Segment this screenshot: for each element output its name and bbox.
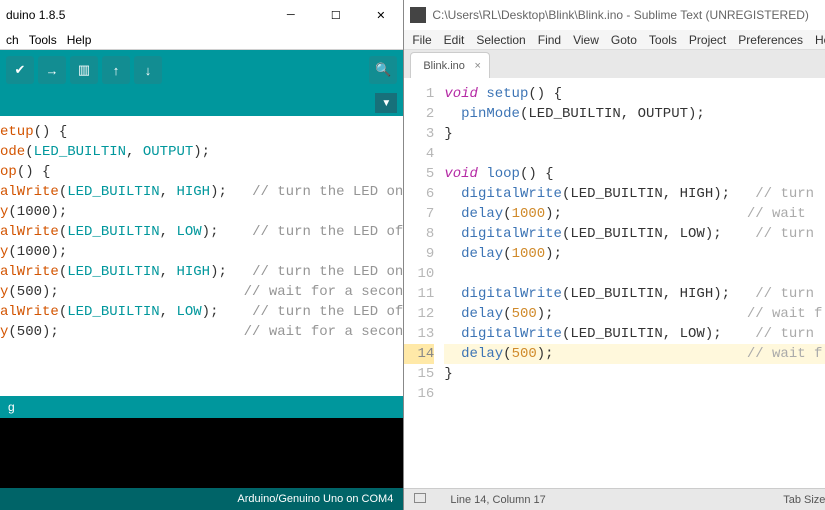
arduino-toolbar: ✔ → ▥ ↑ ↓ 🔍 <box>0 50 403 90</box>
code-line[interactable]: ode(LED_BUILTIN, OUTPUT); <box>0 142 403 162</box>
code-line[interactable]: op() { <box>0 162 403 182</box>
code-line[interactable]: alWrite(LED_BUILTIN, HIGH); // turn the … <box>0 182 403 202</box>
code-area[interactable]: void setup() { pinMode(LED_BUILTIN, OUTP… <box>444 78 825 488</box>
arduino-title: duino 1.8.5 <box>6 8 268 22</box>
code-line[interactable]: alWrite(LED_BUILTIN, LOW); // turn the L… <box>0 302 403 322</box>
menu-selection[interactable]: Selection <box>476 33 525 47</box>
menu-project[interactable]: Project <box>689 33 726 47</box>
panel-switcher-icon[interactable] <box>414 493 432 506</box>
line-number[interactable]: 4 <box>404 144 434 164</box>
arduino-titlebar[interactable]: duino 1.8.5 ─ ☐ ✕ <box>0 0 403 30</box>
save-button[interactable]: ↓ <box>134 56 162 84</box>
line-number[interactable]: 13 <box>404 324 434 344</box>
close-icon[interactable]: ✕ <box>358 0 403 30</box>
line-number[interactable]: 6 <box>404 184 434 204</box>
code-line[interactable]: digitalWrite(LED_BUILTIN, HIGH); // turn <box>444 184 825 204</box>
code-line[interactable]: alWrite(LED_BUILTIN, HIGH); // turn the … <box>0 262 403 282</box>
arduino-window: duino 1.8.5 ─ ☐ ✕ ch Tools Help ✔ → ▥ ↑ ↓ … <box>0 0 404 510</box>
menu-tools[interactable]: Tools <box>649 33 677 47</box>
line-number[interactable]: 7 <box>404 204 434 224</box>
menu-view[interactable]: View <box>573 33 599 47</box>
line-number[interactable]: 8 <box>404 224 434 244</box>
sublime-title: C:\Users\RL\Desktop\Blink\Blink.ino - Su… <box>432 8 825 22</box>
code-line[interactable] <box>444 144 825 164</box>
line-number[interactable]: 15 <box>404 364 434 384</box>
code-line[interactable]: delay(1000); // wait <box>444 204 825 224</box>
line-number[interactable]: 1 <box>404 84 434 104</box>
line-number[interactable]: 10 <box>404 264 434 284</box>
menu-tools[interactable]: Tools <box>29 33 57 47</box>
arduino-editor[interactable]: etup() {ode(LED_BUILTIN, OUTPUT);op() {a… <box>0 116 403 396</box>
tab-label: Blink.ino <box>423 60 465 72</box>
arduino-status-text: g <box>8 400 15 414</box>
code-line[interactable]: y(1000); <box>0 242 403 262</box>
open-button[interactable]: ↑ <box>102 56 130 84</box>
code-line[interactable]: digitalWrite(LED_BUILTIN, LOW); // turn <box>444 224 825 244</box>
code-line[interactable]: etup() { <box>0 122 403 142</box>
line-number[interactable]: 14 <box>404 344 434 364</box>
menu-goto[interactable]: Goto <box>611 33 637 47</box>
sublime-statusbar: Line 14, Column 17 Tab Size: 4 <box>404 488 825 510</box>
code-line[interactable]: digitalWrite(LED_BUILTIN, LOW); // turn <box>444 324 825 344</box>
sublime-editor[interactable]: 12345678910111213141516 void setup() { p… <box>404 78 825 488</box>
maximize-icon[interactable]: ☐ <box>313 0 358 30</box>
code-line[interactable]: delay(1000); <box>444 244 825 264</box>
line-number[interactable]: 3 <box>404 124 434 144</box>
tab-menu-button[interactable]: ▼ <box>375 93 397 113</box>
code-line[interactable]: delay(500); // wait f <box>444 344 825 364</box>
code-line[interactable]: void loop() { <box>444 164 825 184</box>
serial-monitor-button[interactable]: 🔍 <box>369 56 397 84</box>
arduino-menubar: ch Tools Help <box>0 30 403 50</box>
tab-close-icon[interactable]: × <box>474 60 480 72</box>
sublime-menubar: File Edit Selection Find View Goto Tools Projec… <box>404 30 825 50</box>
new-button[interactable]: ▥ <box>70 56 98 84</box>
code-line[interactable]: y(1000); <box>0 202 403 222</box>
code-line[interactable]: void setup() { <box>444 84 825 104</box>
tab-size[interactable]: Tab Size: 4 <box>783 494 825 506</box>
line-number[interactable]: 16 <box>404 384 434 404</box>
menu-file[interactable]: File <box>412 33 431 47</box>
sublime-tabbar: Blink.ino × <box>404 50 825 78</box>
menu-edit[interactable]: Edit <box>444 33 465 47</box>
code-line[interactable] <box>444 264 825 284</box>
code-line[interactable] <box>444 384 825 404</box>
menu-help[interactable]: Help <box>67 33 92 47</box>
sublime-logo-icon <box>410 7 426 23</box>
code-line[interactable]: } <box>444 124 825 144</box>
code-line[interactable]: pinMode(LED_BUILTIN, OUTPUT); <box>444 104 825 124</box>
minimize-icon[interactable]: ─ <box>268 0 313 30</box>
verify-button[interactable]: ✔ <box>6 56 34 84</box>
line-number[interactable]: 2 <box>404 104 434 124</box>
menu-find[interactable]: Find <box>538 33 561 47</box>
line-number[interactable]: 12 <box>404 304 434 324</box>
arduino-footer: Arduino/Genuino Uno on COM4 <box>0 488 403 510</box>
tab-blink[interactable]: Blink.ino × <box>410 52 490 78</box>
code-line[interactable]: delay(500); // wait f <box>444 304 825 324</box>
cursor-position[interactable]: Line 14, Column 17 <box>450 494 545 506</box>
code-line[interactable]: y(500); // wait for a secon <box>0 322 403 342</box>
menu-help[interactable]: Help <box>815 33 825 47</box>
upload-button[interactable]: → <box>38 56 66 84</box>
menu-ch[interactable]: ch <box>6 33 19 47</box>
line-number[interactable]: 5 <box>404 164 434 184</box>
code-line[interactable]: alWrite(LED_BUILTIN, LOW); // turn the L… <box>0 222 403 242</box>
line-number[interactable]: 11 <box>404 284 434 304</box>
line-number[interactable]: 9 <box>404 244 434 264</box>
code-line[interactable]: } <box>444 364 825 384</box>
menu-preferences[interactable]: Preferences <box>738 33 803 47</box>
arduino-console[interactable] <box>0 418 403 488</box>
code-line[interactable]: digitalWrite(LED_BUILTIN, HIGH); // turn <box>444 284 825 304</box>
code-line[interactable]: y(500); // wait for a secon <box>0 282 403 302</box>
sublime-window: C:\Users\RL\Desktop\Blink\Blink.ino - Su… <box>404 0 825 510</box>
arduino-board-info: Arduino/Genuino Uno on COM4 <box>237 493 393 505</box>
line-gutter[interactable]: 12345678910111213141516 <box>404 78 444 488</box>
arduino-tabbar: ▼ <box>0 90 403 116</box>
sublime-titlebar[interactable]: C:\Users\RL\Desktop\Blink\Blink.ino - Su… <box>404 0 825 30</box>
arduino-statusbar: g <box>0 396 403 418</box>
